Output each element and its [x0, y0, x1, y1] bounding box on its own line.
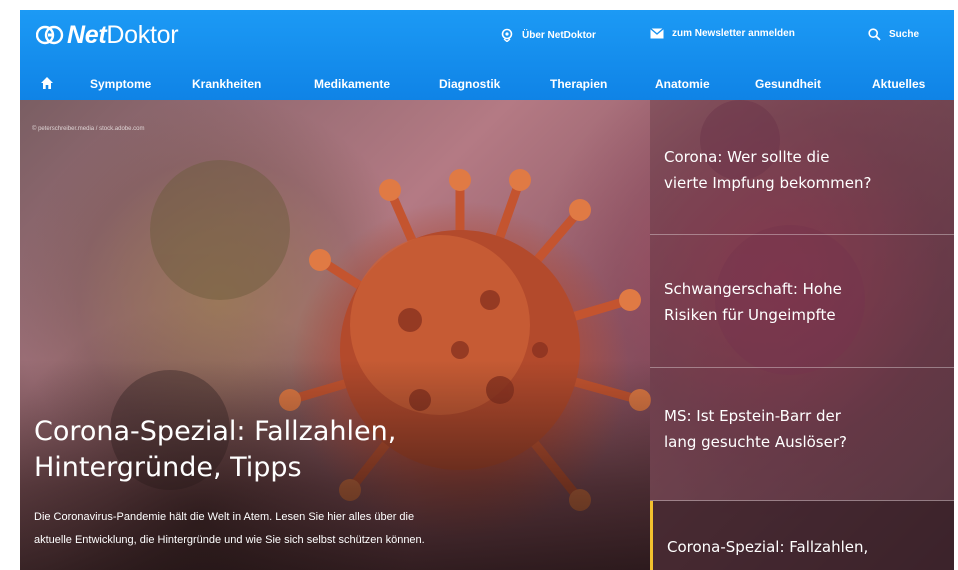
teaser-title-line1: Schwangerschaft: Hohe	[664, 280, 842, 298]
nav-medikamente[interactable]: Medikamente	[314, 77, 390, 91]
teaser-title: Corona: Wer sollte die vierte Impfung be…	[664, 144, 944, 196]
search-label: Suche	[889, 29, 920, 40]
nav-anatomie[interactable]: Anatomie	[655, 77, 710, 91]
hero-headline[interactable]: Corona-Spezial: Fallzahlen, Hintergründe…	[34, 414, 574, 486]
teaser-item[interactable]: Schwangerschaft: Hohe Risiken für Ungeim…	[650, 235, 954, 368]
about-link[interactable]: Über NetDoktor	[500, 28, 596, 42]
site-header: Net Doktor Über NetDoktor zum Newsletter …	[20, 10, 954, 100]
nav-symptome[interactable]: Symptome	[90, 77, 151, 91]
logo-plus-icon	[36, 25, 64, 45]
teaser-title-line2: vierte Impfung bekommen?	[664, 174, 872, 192]
logo-net-text: Net	[67, 20, 107, 49]
newsletter-label: zum Newsletter anmelden	[672, 28, 795, 39]
main-navigation: Symptome Krankheiten Medikamente Diagnos…	[20, 70, 954, 98]
teaser-title: Schwangerschaft: Hohe Risiken für Ungeim…	[664, 276, 944, 328]
teaser-item[interactable]: Corona: Wer sollte die vierte Impfung be…	[650, 100, 954, 235]
logo-doktor-text: Doktor	[106, 20, 179, 49]
nav-gesundheit[interactable]: Gesundheit	[755, 77, 821, 91]
hero-description-line2: aktuelle Entwicklung, die Hintergründe u…	[34, 534, 425, 546]
home-icon[interactable]	[40, 76, 54, 90]
search-button[interactable]: Suche	[868, 28, 919, 41]
search-icon	[868, 28, 881, 41]
hero-description-line1: Die Coronavirus-Pandemie hält die Welt i…	[34, 511, 415, 523]
nav-aktuelles[interactable]: Aktuelles	[872, 77, 925, 91]
teaser-title: Corona-Spezial: Fallzahlen,	[667, 534, 944, 560]
nav-diagnostik[interactable]: Diagnostik	[439, 77, 500, 91]
teaser-title-line1: MS: Ist Epstein-Barr der	[664, 407, 841, 425]
teaser-title-line1: Corona-Spezial: Fallzahlen,	[667, 538, 869, 556]
nav-therapien[interactable]: Therapien	[550, 77, 607, 91]
hero-headline-line1: Corona-Spezial: Fallzahlen,	[34, 416, 397, 447]
teaser-item-active[interactable]: Corona-Spezial: Fallzahlen,	[650, 501, 954, 570]
teaser-list: Corona: Wer sollte die vierte Impfung be…	[650, 100, 954, 570]
hero-teaser[interactable]: © peterschreiber.media / stock.adobe.com…	[20, 100, 954, 570]
newsletter-link[interactable]: zum Newsletter anmelden	[650, 28, 795, 39]
teaser-title: MS: Ist Epstein-Barr der lang gesuchte A…	[664, 403, 944, 455]
nav-krankheiten[interactable]: Krankheiten	[192, 77, 261, 91]
hero-headline-line2: Hintergründe, Tipps	[34, 452, 302, 483]
hero-description: Die Coronavirus-Pandemie hält die Welt i…	[34, 506, 634, 552]
teaser-title-line1: Corona: Wer sollte die	[664, 148, 830, 166]
netdoktor-logo[interactable]: Net Doktor	[36, 20, 179, 50]
about-label: Über NetDoktor	[522, 29, 596, 41]
envelope-icon	[650, 28, 664, 39]
teaser-title-line2: Risiken für Ungeimpfte	[664, 306, 836, 324]
location-pin-icon	[501, 28, 513, 42]
teaser-title-line2: lang gesuchte Auslöser?	[664, 433, 847, 451]
image-copyright: © peterschreiber.media / stock.adobe.com	[32, 126, 145, 132]
teaser-item[interactable]: MS: Ist Epstein-Barr der lang gesuchte A…	[650, 368, 954, 501]
